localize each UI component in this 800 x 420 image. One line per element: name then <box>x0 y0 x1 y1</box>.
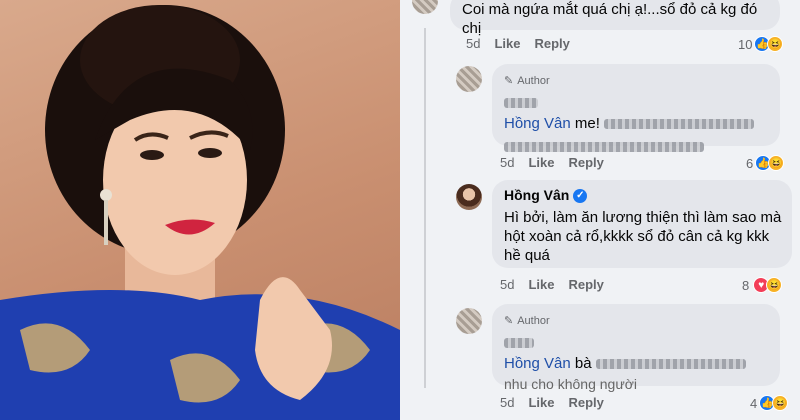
comment-actions: 5d Like Reply <box>500 277 604 292</box>
avatar[interactable] <box>456 184 482 210</box>
reaction-count[interactable]: 8 ♥ 😆 <box>742 277 783 293</box>
comment-thread: Coi mà ngứa mắt quá chị ạ!...sổ đỏ cả kg… <box>400 0 800 420</box>
blurred-text <box>504 142 704 153</box>
blurred-name <box>504 338 534 349</box>
author-badge-label: Author <box>517 75 550 87</box>
reply-button[interactable]: Reply <box>568 277 603 292</box>
comment-bubble: ✎ Author Hồng Vân bà nhu cho không người <box>492 304 780 392</box>
timestamp[interactable]: 5d <box>466 36 480 51</box>
reaction-number: 6 <box>746 155 754 171</box>
haha-icon: 😆 <box>768 155 785 171</box>
reaction-count[interactable]: 6 👍 😆 <box>746 155 785 171</box>
mention-link[interactable]: Hồng Vân <box>504 115 571 132</box>
blurred-text <box>604 119 755 130</box>
timestamp[interactable]: 5d <box>500 277 514 292</box>
thread-line <box>424 28 426 388</box>
reply-button[interactable]: Reply <box>568 155 603 170</box>
reaction-number: 10 <box>738 36 753 52</box>
portrait-illustration <box>0 5 400 420</box>
haha-icon: 😆 <box>772 395 789 411</box>
reaction-count[interactable]: 10 👍 😆 <box>738 36 784 52</box>
comment-actions: 5d Like Reply <box>500 395 604 410</box>
haha-icon: 😆 <box>767 36 784 52</box>
haha-icon: 😆 <box>766 277 783 293</box>
reply-button[interactable]: Reply <box>568 395 603 410</box>
avatar[interactable] <box>456 66 482 92</box>
author-badge: ✎ Author <box>504 72 768 91</box>
timestamp[interactable]: 5d <box>500 155 514 170</box>
comment-bubble: ✎ Author Hồng Vân me! <box>492 64 780 153</box>
timestamp[interactable]: 5d <box>500 395 514 410</box>
comment-text: bà <box>574 355 592 372</box>
verified-badge-icon: ✓ <box>573 188 588 203</box>
avatar[interactable] <box>456 308 482 334</box>
reaction-number: 4 <box>750 395 758 411</box>
blurred-name <box>504 98 538 109</box>
portrait-photo <box>0 0 400 420</box>
comment-bubble: Hồng Vân ✓ Hì bởi, làm ăn lương thiện th… <box>492 180 792 268</box>
like-button[interactable]: Like <box>528 277 554 292</box>
comment-actions: 5d Like Reply <box>500 155 604 170</box>
pen-icon: ✎ <box>504 315 514 327</box>
reaction-count[interactable]: 4 👍 😆 <box>750 395 789 411</box>
blurred-text <box>595 359 746 370</box>
author-badge: ✎ Author <box>504 312 768 331</box>
commenter-name-text: Hồng Vân <box>504 187 570 203</box>
comment-actions: 5d Like Reply <box>466 36 570 51</box>
commenter-name[interactable]: Hồng Vân ✓ <box>504 186 780 205</box>
comment-bubble: Coi mà ngứa mắt quá chị ạ!...sổ đỏ cả kg… <box>450 0 780 37</box>
avatar[interactable] <box>412 0 438 14</box>
comment-text: me! <box>574 115 600 132</box>
reaction-number: 8 <box>742 277 750 293</box>
comment-text-tail: nhu cho không người <box>504 376 637 392</box>
mention-link[interactable]: Hồng Vân <box>504 355 571 372</box>
like-button[interactable]: Like <box>494 36 520 51</box>
author-badge-label: Author <box>517 315 550 327</box>
like-button[interactable]: Like <box>528 395 554 410</box>
comment-text: Coi mà ngứa mắt quá chị ạ!...sổ đỏ cả kg… <box>462 1 758 37</box>
reply-button[interactable]: Reply <box>534 36 569 51</box>
like-button[interactable]: Like <box>528 155 554 170</box>
pen-icon: ✎ <box>504 75 514 87</box>
comment-text: Hì bởi, làm ăn lương thiện thì làm sao m… <box>504 209 782 264</box>
